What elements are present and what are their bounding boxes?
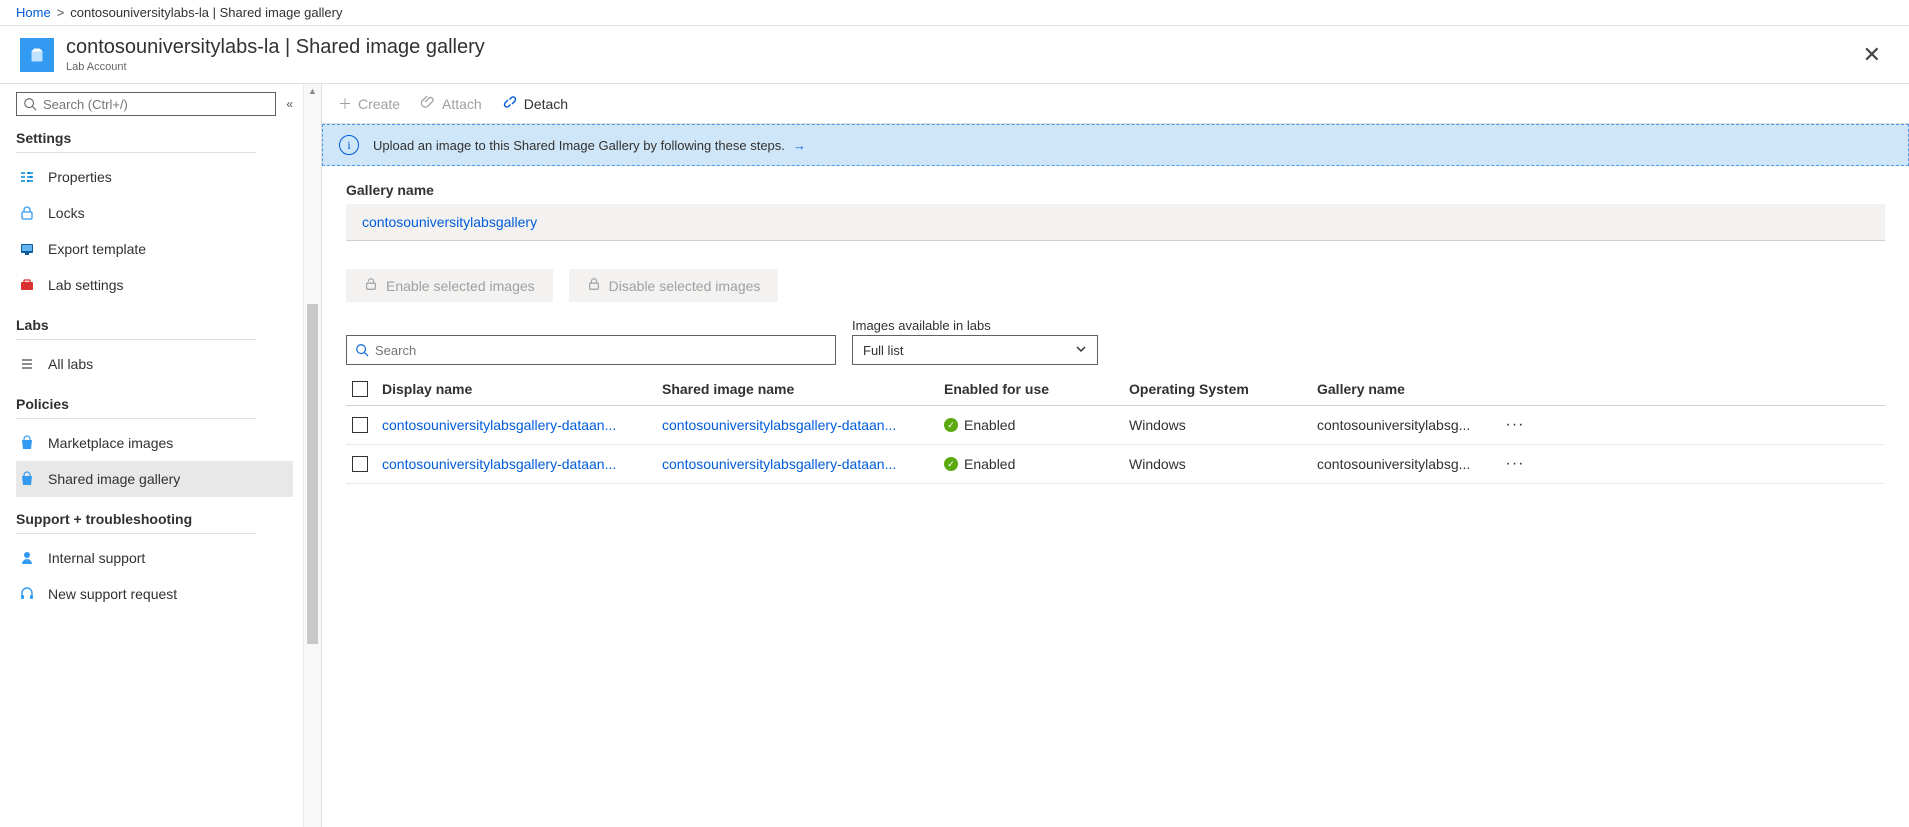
bag-icon (18, 470, 36, 488)
create-button: ＋ Create (338, 94, 400, 114)
check-icon: ✓ (944, 418, 958, 432)
table-row: contosouniversitylabsgallery-dataan... c… (346, 406, 1885, 445)
collapse-sidebar-button[interactable]: « (286, 97, 293, 111)
sidebar-search-input[interactable] (43, 97, 269, 112)
scroll-up-icon: ▲ (304, 86, 321, 96)
chevron-down-icon (1075, 343, 1087, 358)
lock-icon (18, 204, 36, 222)
info-banner-text: Upload an image to this Shared Image Gal… (373, 138, 785, 153)
sidebar-item-marketplace-images[interactable]: Marketplace images (16, 425, 293, 461)
toolbar: ＋ Create Attach Detach (322, 84, 1909, 124)
bag-icon (18, 434, 36, 452)
cell-shared-name[interactable]: contosouniversitylabsgallery-dataan... (662, 417, 944, 433)
row-checkbox[interactable] (352, 417, 368, 433)
cell-gallery: contosouniversitylabsg... (1317, 417, 1495, 433)
sidebar-item-new-support-request[interactable]: New support request (16, 576, 293, 612)
gallery-name-bar: contosouniversitylabsgallery (346, 204, 1885, 241)
row-more-button[interactable]: ··· (1495, 416, 1535, 434)
search-icon (23, 97, 37, 111)
info-banner: i Upload an image to this Shared Image G… (322, 124, 1909, 166)
cell-gallery: contosouniversitylabsg... (1317, 456, 1495, 472)
cell-os: Windows (1129, 456, 1317, 472)
breadcrumb-current: contosouniversitylabs-la | Shared image … (70, 5, 342, 20)
page-header: contosouniversitylabs-la | Shared image … (0, 26, 1909, 84)
info-icon: i (339, 135, 359, 155)
properties-icon (18, 168, 36, 186)
page-title: contosouniversitylabs-la | Shared image … (66, 36, 485, 59)
section-policies: Policies (16, 396, 293, 412)
header-display-name[interactable]: Display name (382, 381, 662, 397)
sidebar-item-locks[interactable]: Locks (16, 195, 293, 231)
header-gallery[interactable]: Gallery name (1317, 381, 1495, 397)
scrollbar-thumb[interactable] (307, 304, 318, 644)
sidebar: « Settings Properties Locks Export templ… (0, 84, 322, 827)
table-row: contosouniversitylabsgallery-dataan... c… (346, 445, 1885, 484)
detach-icon (502, 94, 518, 113)
unlock-icon (364, 277, 378, 294)
image-search-box[interactable] (346, 335, 836, 365)
headset-icon (18, 585, 36, 603)
row-more-button[interactable]: ··· (1495, 455, 1535, 473)
page-subtitle: Lab Account (66, 61, 485, 73)
attach-icon (420, 94, 436, 113)
sidebar-item-shared-image-gallery[interactable]: Shared image gallery (16, 461, 293, 497)
breadcrumb: Home > contosouniversitylabs-la | Shared… (0, 0, 1909, 26)
cell-display-name[interactable]: contosouniversitylabsgallery-dataan... (382, 456, 662, 472)
header-shared-name[interactable]: Shared image name (662, 381, 944, 397)
briefcase-icon (18, 276, 36, 294)
attach-button: Attach (420, 94, 482, 113)
search-icon (355, 343, 369, 357)
cell-enabled: ✓ Enabled (944, 456, 1129, 472)
gallery-name-label: Gallery name (346, 182, 1885, 198)
filter-label: Images available in labs (852, 318, 1098, 333)
sidebar-item-all-labs[interactable]: All labs (16, 346, 293, 382)
lock-icon (587, 277, 601, 294)
row-checkbox[interactable] (352, 456, 368, 472)
header-os[interactable]: Operating System (1129, 381, 1317, 397)
list-icon (18, 355, 36, 373)
header-enabled[interactable]: Enabled for use (944, 381, 1129, 397)
sidebar-search[interactable] (16, 92, 276, 116)
sidebar-item-properties[interactable]: Properties (16, 159, 293, 195)
plus-icon: ＋ (338, 94, 352, 114)
enable-selected-button: Enable selected images (346, 269, 553, 302)
images-filter-dropdown[interactable]: Full list (852, 335, 1098, 365)
breadcrumb-home[interactable]: Home (16, 5, 51, 20)
lab-account-icon (20, 38, 54, 72)
breadcrumb-sep: > (57, 5, 65, 20)
section-settings: Settings (16, 130, 293, 146)
detach-button[interactable]: Detach (502, 94, 568, 113)
person-icon (18, 549, 36, 567)
check-icon: ✓ (944, 457, 958, 471)
export-icon (18, 240, 36, 258)
arrow-right-icon[interactable]: → (793, 138, 806, 153)
cell-shared-name[interactable]: contosouniversitylabsgallery-dataan... (662, 456, 944, 472)
cell-display-name[interactable]: contosouniversitylabsgallery-dataan... (382, 417, 662, 433)
cell-os: Windows (1129, 417, 1317, 433)
sidebar-item-export-template[interactable]: Export template (16, 231, 293, 267)
table-header: Display name Shared image name Enabled f… (346, 373, 1885, 406)
cell-enabled: ✓ Enabled (944, 417, 1129, 433)
close-button[interactable]: ✕ (1855, 38, 1889, 72)
disable-selected-button: Disable selected images (569, 269, 779, 302)
section-support: Support + troubleshooting (16, 511, 293, 527)
image-search-input[interactable] (375, 343, 827, 358)
gallery-link[interactable]: contosouniversitylabsgallery (362, 214, 537, 230)
select-all-checkbox[interactable] (352, 381, 368, 397)
sidebar-item-internal-support[interactable]: Internal support (16, 540, 293, 576)
section-labs: Labs (16, 317, 293, 333)
sidebar-scrollbar[interactable]: ▲ (303, 84, 321, 827)
sidebar-item-lab-settings[interactable]: Lab settings (16, 267, 293, 303)
